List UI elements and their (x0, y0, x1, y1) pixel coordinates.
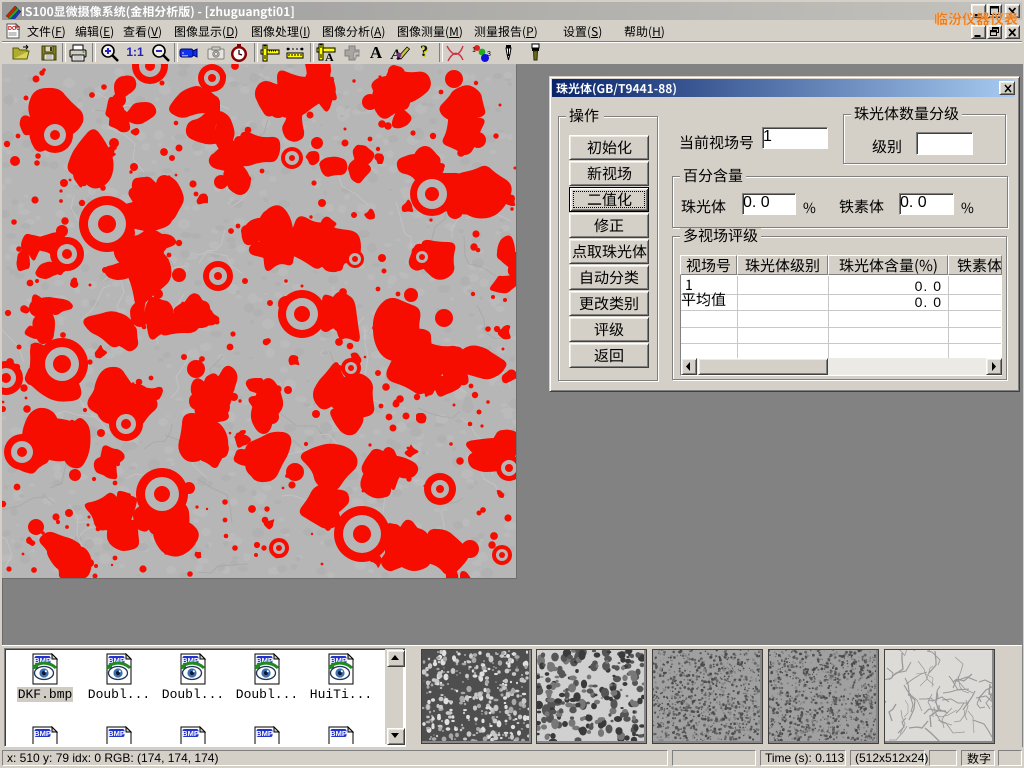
svg-text:BMP: BMP (330, 729, 347, 738)
svg-text:BMP: BMP (34, 729, 51, 738)
svg-text:3: 3 (487, 51, 491, 58)
svg-text:BMP: BMP (256, 729, 273, 738)
svg-text:BMP: BMP (182, 729, 199, 738)
svg-text:BMP: BMP (108, 729, 125, 738)
svg-text:A: A (325, 50, 334, 63)
svg-text:DOC: DOC (8, 26, 20, 32)
svg-text:1: 1 (472, 47, 476, 54)
